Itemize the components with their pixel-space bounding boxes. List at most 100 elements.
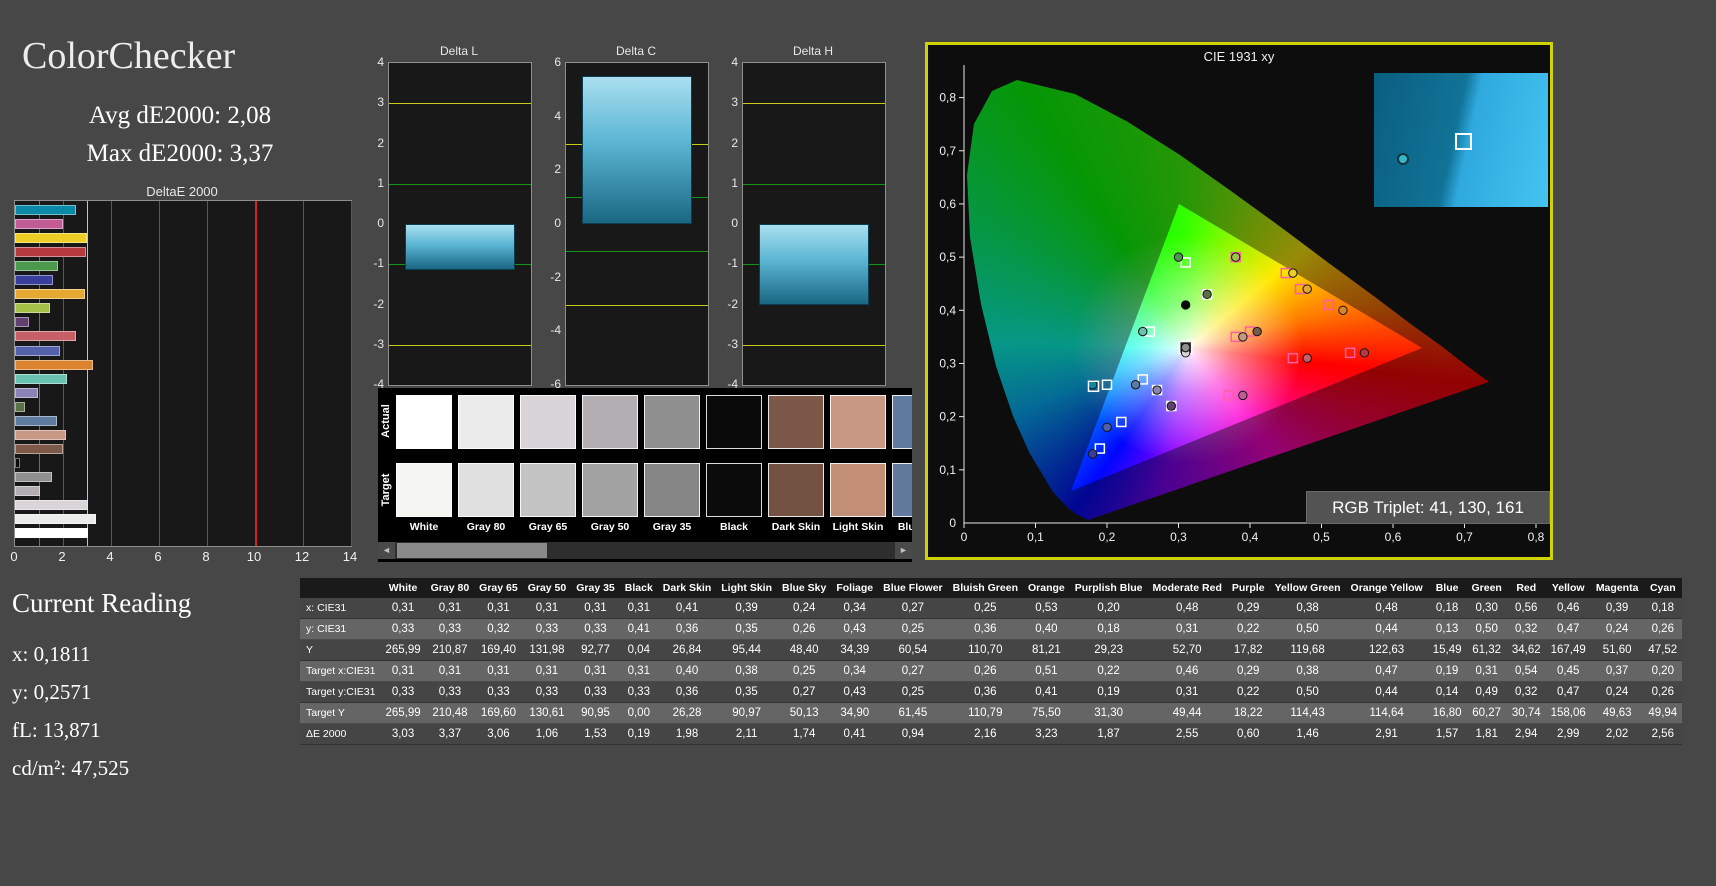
delta-l-chart: Delta L 4 3 2 1 0 -1 -2 -3 -4	[362, 44, 534, 398]
table-cell: 1,57	[1427, 723, 1467, 745]
table-cell: 110,70	[947, 639, 1023, 661]
table-cell: 3,03	[380, 723, 426, 745]
table-cell: 0,38	[1269, 660, 1346, 682]
table-row: Target Y 265,99 210,48 169,60 130,61 90,95 0,0…	[300, 702, 1683, 724]
table-cell: 1,81	[1466, 723, 1507, 745]
scroll-right-button[interactable]: ►	[895, 542, 912, 559]
row-label: Y	[300, 639, 381, 661]
delta-h-title: Delta H	[792, 44, 833, 58]
axis-tick-label: 2	[58, 549, 66, 564]
table-cell: 0,41	[1023, 681, 1070, 703]
table-cell: 0,27	[878, 598, 948, 619]
table-cell: 0,31	[522, 660, 572, 682]
table-cell: 51,60	[1590, 639, 1644, 661]
measured-point	[1252, 326, 1262, 337]
table-cell: 0,32	[1506, 618, 1546, 640]
table-cell: 167,49	[1545, 639, 1591, 661]
table-cell: 0,32	[474, 618, 523, 640]
target-row-label: Target	[380, 473, 392, 507]
measured-point	[1130, 380, 1141, 390]
table-cell: 18,22	[1226, 702, 1270, 724]
table-cell: 0,44	[1345, 681, 1428, 703]
table-cell: 2,94	[1506, 723, 1546, 745]
column-header: Dark Skin	[657, 578, 717, 598]
reference-line-green	[389, 183, 531, 185]
scrollbar-track[interactable]	[395, 542, 895, 559]
scrollbar-thumb[interactable]	[397, 543, 547, 558]
row-label: x: CIE31	[300, 598, 381, 619]
table-cell: 0,36	[657, 681, 717, 703]
column-header: Green	[1466, 578, 1507, 598]
swatch-label: White	[409, 521, 439, 533]
table-cell: 0,30	[1466, 598, 1507, 619]
reference-line-yellow	[389, 103, 531, 105]
table-cell: 0,43	[831, 681, 879, 703]
table-cell: 75,50	[1023, 702, 1070, 724]
swatch-scrollbar[interactable]: ◄ ►	[378, 542, 912, 559]
measured-point	[1302, 353, 1312, 363]
table-cell: 0,41	[657, 598, 717, 619]
table-cell: 0,25	[777, 660, 832, 682]
table-cell: 2,11	[716, 723, 777, 745]
delta-c-chart: Delta C 6 4 2 0 -2 -4 -6	[539, 44, 711, 398]
cie-panel[interactable]: 0 0,1 0,2 0,3 0,4 0,5 0,6 0,7 0,8 0 0,1 0,2 0,3 0,4 0,…	[925, 42, 1553, 560]
table-cell: 0,33	[571, 618, 620, 640]
table-cell: 0,31	[571, 598, 620, 619]
table-cell: 0,32	[1506, 681, 1546, 703]
reference-line-green	[743, 183, 885, 185]
scroll-left-button[interactable]: ◄	[378, 542, 395, 559]
table-cell: 0,27	[878, 660, 948, 682]
axis-tick-label: 4	[554, 108, 561, 123]
axis-tick-label: 2	[731, 135, 738, 150]
de2000-bar	[15, 443, 63, 454]
table-cell: 0,00	[619, 702, 658, 724]
column-header: Light Skin	[716, 578, 777, 598]
actual-row-label: Actual	[380, 404, 392, 438]
table-cell: 52,70	[1147, 639, 1227, 661]
swatch-label: Blue Sky	[897, 521, 912, 533]
table-cell: 0,34	[831, 598, 879, 619]
axis-tick-label: 3	[377, 95, 384, 110]
actual-swatch	[396, 395, 452, 449]
y-tick-label: 0,7	[939, 144, 956, 158]
column-header: Gray 65	[474, 578, 523, 598]
table-cell: 0,47	[1545, 618, 1591, 640]
table-cell: 0,41	[619, 618, 658, 640]
axis-tick-label: 6	[154, 549, 162, 564]
actual-swatch	[582, 395, 638, 449]
table-cell: 110,79	[947, 702, 1023, 724]
table-cell: 0,19	[1427, 660, 1467, 682]
table-cell: 0,18	[1427, 598, 1467, 619]
table-cell: 0,24	[1590, 681, 1644, 703]
inset-target-square	[1455, 133, 1472, 150]
swatch-label: Gray 35	[652, 521, 692, 533]
table-cell: 0,13	[1427, 618, 1467, 640]
table-cell: 2,55	[1147, 723, 1227, 745]
measured-point	[1173, 252, 1184, 262]
target-swatch-row	[396, 463, 912, 517]
table-cell: 0,31	[1466, 660, 1507, 682]
de2000-bar	[15, 486, 41, 496]
row-label: Target Y	[300, 702, 381, 724]
table-cell: 0,29	[1226, 598, 1270, 619]
column-header: Yellow	[1545, 578, 1591, 598]
axis-tick-label: 4	[106, 549, 114, 564]
column-header: Black	[619, 578, 658, 598]
table-cell: 2,91	[1345, 723, 1428, 745]
x-tick-label: 0,8	[1528, 530, 1545, 544]
table-cell: 1,06	[522, 723, 572, 745]
table-cell: 131,98	[522, 639, 572, 661]
de2000-bar	[15, 415, 57, 426]
table-cell: 0,31	[380, 660, 426, 682]
delta-l-title: Delta L	[439, 44, 479, 58]
actual-swatch	[892, 395, 912, 449]
delta-bar	[581, 76, 693, 224]
actual-swatch	[520, 395, 576, 449]
table-cell: 90,97	[716, 702, 777, 724]
measurement-table: White Gray 80 Gray 65 Gray 50 Gray 35 Black Da…	[300, 578, 1683, 745]
table-cell: 0,31	[1147, 618, 1227, 640]
axis-tick-label: 4	[731, 55, 738, 69]
table-cell: 0,31	[619, 660, 658, 682]
axis-tick-label: -2	[727, 296, 738, 311]
delta-c-title: Delta C	[615, 44, 656, 58]
